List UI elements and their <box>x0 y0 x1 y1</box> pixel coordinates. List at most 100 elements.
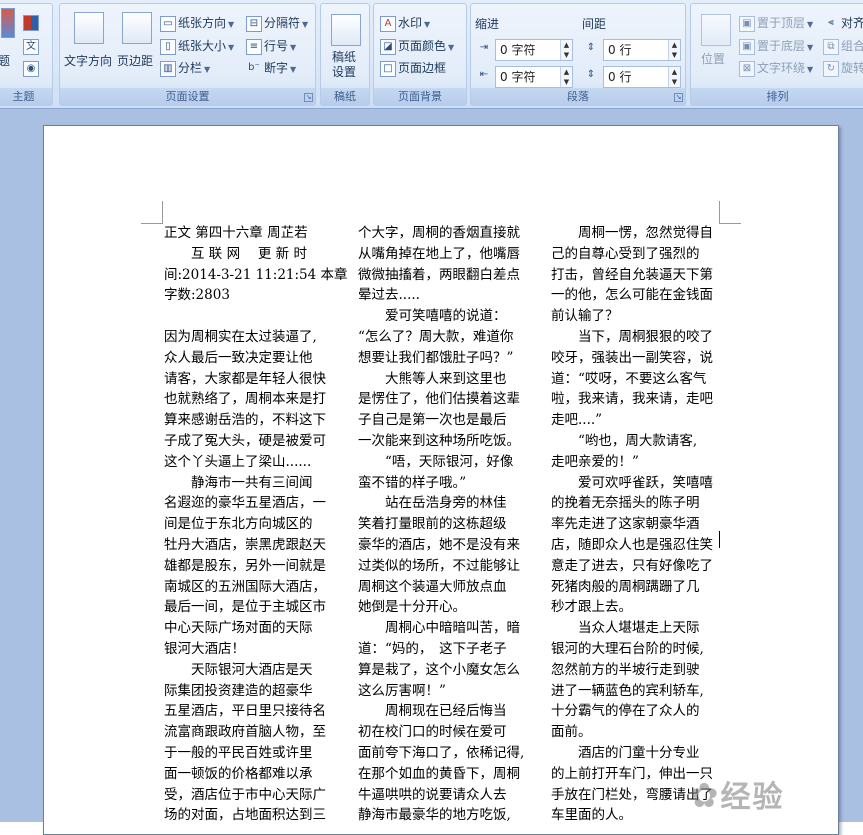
hyphenation-button[interactable]: b⁻ 断字 ▼ <box>246 59 296 77</box>
indent-left-spinner[interactable]: ▲ ▼ <box>560 40 572 60</box>
chevron-down-icon: ▼ <box>228 20 235 29</box>
text-line: 面前。 <box>551 724 592 741</box>
themes-group-label: 主题 <box>0 88 52 105</box>
text-column-1[interactable]: 正文 第四十六章 周芷若 互 联 网 更 新 时间:2014-3-21 11:2… <box>164 223 348 826</box>
text-column-3[interactable]: 周桐一愣，忽然觉得自 己的自尊心受到了强烈的 打击，曾经自允装逼天下第 一的他，怎么可… <box>551 223 718 826</box>
text-line: 银河的大理石台阶的时候, <box>551 640 704 657</box>
chevron-down-icon: ▼ <box>807 20 814 29</box>
margins-button[interactable]: 页边距 <box>117 52 153 69</box>
paper-size-button[interactable]: ▯ 纸张大小 ▼ <box>160 37 234 55</box>
text-line: 个大字，周桐的香烟直接就 <box>358 225 520 241</box>
breaks-label: 分隔符 <box>264 16 301 30</box>
position-icon <box>701 14 731 46</box>
rotate-button[interactable]: ↻ 旋转 <box>823 59 863 77</box>
columns-icon: ▥ <box>160 60 176 77</box>
text-line: 过类似的场所，不过能够让 <box>358 557 520 574</box>
paw-logo-icon: ✿ <box>690 776 721 816</box>
text-line: 当下，周桐狠狠的咬了 <box>551 328 713 345</box>
text-line: 的挽着无奈摇头的陈子明 <box>551 495 700 512</box>
hyphenation-icon: b⁻ <box>248 61 260 73</box>
text-line: 名遐迩的豪华五星酒店，一 <box>164 495 326 512</box>
text-wrap-button[interactable]: ⊠ 文字环绕 ▼ <box>739 59 813 77</box>
document-page[interactable]: 正文 第四十六章 周芷若 互 联 网 更 新 时间:2014-3-21 11:2… <box>43 125 839 835</box>
manuscript-settings-button[interactable]: 稿纸设置 <box>332 50 360 80</box>
text-direction-icon <box>74 12 104 44</box>
page-color-button[interactable]: ◪ 页面颜色 ▼ <box>380 37 454 55</box>
watermark-text: 经验 <box>720 780 785 815</box>
indent-right-spinner[interactable]: ▲ ▼ <box>560 67 572 87</box>
text-line: 这个丫头逼上了梁山...... <box>164 453 312 470</box>
page-setup-group: 文字方向 页边距 ▭ 纸张方向 ▼ ▯ 纸张大小 ▼ ▥ 分栏 ▼ ⊟ 分隔符 ▼ ≡ 行号 ▼ b… <box>59 3 316 106</box>
group-button[interactable]: ⧉ 组合 <box>823 37 863 55</box>
paper-direction-button[interactable]: ▭ 纸张方向 ▼ <box>160 14 234 32</box>
align-button[interactable]: ⫷ 对齐 <box>823 14 863 32</box>
text-line: 面一顿饭的价格都难以承 <box>164 765 313 782</box>
spacing-before-input[interactable]: 0 行 ▲ ▼ <box>603 39 681 61</box>
text-line: 周桐这个装逼大师放点血 <box>358 578 507 595</box>
text-line: 秒才跟上去。 <box>551 599 632 616</box>
columns-button[interactable]: ▥ 分栏 ▼ <box>160 59 210 77</box>
send-back-button[interactable]: ▣ 置于底层 ▼ <box>739 37 813 55</box>
text-line: 咬牙，强装出一副笑容，说 <box>551 349 713 366</box>
chevron-down-icon: ▼ <box>302 20 309 29</box>
themes-button[interactable] <box>1 8 17 38</box>
page-border-button[interactable]: □ 页面边框 <box>380 59 446 77</box>
spacing-after-spinner[interactable]: ▲ ▼ <box>668 67 680 87</box>
watermark-icon: A <box>380 15 396 32</box>
text-line: 进了一辆蓝色的宾利轿车, <box>551 682 704 699</box>
line-numbers-button[interactable]: ≡ 行号 ▼ <box>246 37 296 55</box>
align-icon: ⫷ <box>828 16 834 28</box>
text-line: 互 联 网 更 新 时 <box>164 245 307 262</box>
chevron-down-icon: ▼ <box>807 43 814 52</box>
indent-left-input[interactable]: 0 字符 ▲ ▼ <box>495 39 573 61</box>
position-button[interactable]: 位置 <box>701 50 725 67</box>
text-line: 晕过去..... <box>358 287 420 304</box>
text-line: 间是位于东北方向城区的 <box>164 516 313 533</box>
paragraph-group-label: 段落 <box>471 88 685 105</box>
text-line: 站在岳浩身旁的林佳 <box>358 495 507 512</box>
spacing-before-spinner[interactable]: ▲ ▼ <box>668 40 680 60</box>
text-line: 这么厉害啊！” <box>358 682 446 699</box>
text-line: 银河大酒店！ <box>164 640 245 657</box>
group-label: 组合 <box>841 39 863 53</box>
text-line: 众人最后一致决定要让他 <box>164 349 313 366</box>
theme-effects-button[interactable]: ◉ <box>23 61 41 77</box>
text-line: 间:2014-3-21 11:21:54 本章 <box>164 266 348 283</box>
text-line: 正文 第四十六章 周芷若 <box>164 225 308 241</box>
text-line: 爱可欢呼雀跃，笑嘻嘻 <box>551 474 713 491</box>
breaks-button[interactable]: ⊟ 分隔符 ▼ <box>246 14 308 32</box>
theme-colors-button[interactable] <box>23 15 41 31</box>
text-line: 五星酒店，平日里只接待名 <box>164 703 326 720</box>
crop-mark-top-right-h <box>719 223 741 224</box>
text-direction-button[interactable]: 文字方向 <box>64 52 112 69</box>
text-column-2[interactable]: 个大字，周桐的香烟直接就 从嘴角掉在地上了，他嘴唇 微微抽搐着，两眼翻白差点 晕过去.… <box>358 223 525 826</box>
spacing-heading: 间距 <box>582 17 607 31</box>
text-line: 己的自尊心受到了强烈的 <box>551 245 700 262</box>
spacing-after-input[interactable]: 0 行 ▲ ▼ <box>603 66 681 88</box>
text-line: 静海市最豪华的地方吃饭, <box>358 807 511 824</box>
page-setup-launcher-icon[interactable]: ↘ <box>304 93 313 102</box>
bring-front-button[interactable]: ▣ 置于顶层 ▼ <box>739 14 813 32</box>
chevron-down-icon: ▼ <box>204 65 211 74</box>
text-line: 字数:2803 <box>164 287 230 304</box>
text-line: 店，随即众人也是强忍住笑 <box>551 536 713 553</box>
paragraph-launcher-icon[interactable]: ↘ <box>674 93 683 102</box>
text-line: 笑着打量眼前的这栋超级 <box>358 516 507 533</box>
text-line: 酒店的门童十分专业 <box>551 744 700 761</box>
indent-right-value: 0 字符 <box>500 70 536 84</box>
themes-icon <box>1 8 15 38</box>
text-line: 是愣住了，他们估摸着这辈 <box>358 391 520 408</box>
page-background-group-label: 页面背景 <box>374 88 466 105</box>
text-line: 她倒是十分开心。 <box>358 599 466 616</box>
rotate-label: 旋转 <box>841 61 863 75</box>
paper-size-icon: ▯ <box>160 38 176 55</box>
watermark-button[interactable]: A 水印 ▼ <box>380 14 430 32</box>
themes-group: 题 文 ◉ 主题 <box>0 3 53 106</box>
text-line: 率先走进了这家朝豪华酒 <box>551 516 700 533</box>
indent-right-input[interactable]: 0 字符 ▲ ▼ <box>495 66 573 88</box>
text-line: 想要让我们都饿肚子吗？” <box>358 349 514 366</box>
text-line: 南城区的五洲国际大酒店， <box>164 578 326 595</box>
theme-fonts-button[interactable]: 文 <box>23 39 41 55</box>
indent-left-value: 0 字符 <box>500 43 536 57</box>
indent-right-icon: ⇤ <box>479 69 489 80</box>
